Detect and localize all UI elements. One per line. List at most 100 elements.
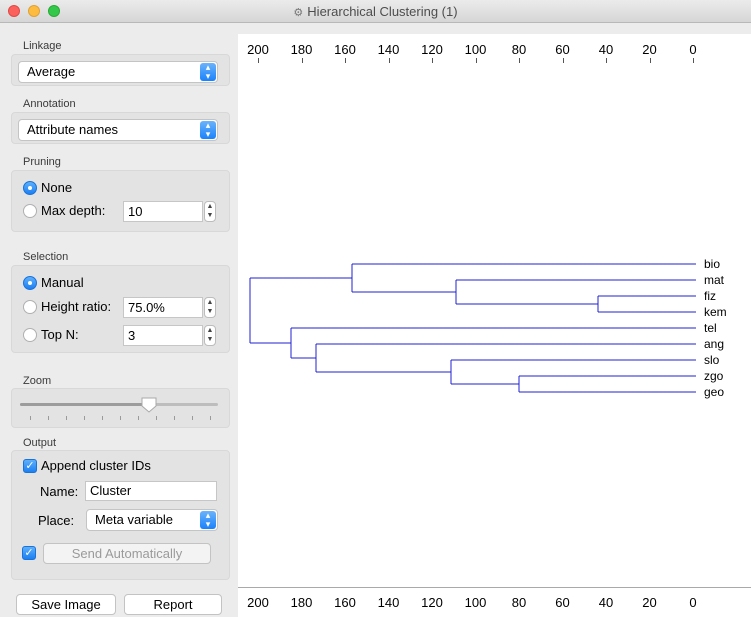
axis-tick-label: 100: [464, 42, 487, 57]
title-bar: ⚙ Hierarchical Clustering (1): [0, 0, 751, 23]
max-depth-label: Max depth:: [41, 203, 106, 218]
save-image-button[interactable]: Save Image: [16, 594, 116, 615]
window-title-row: ⚙ Hierarchical Clustering (1): [0, 4, 751, 19]
append-cluster-ids-label: Append cluster IDs: [41, 458, 151, 473]
top-n-stepper[interactable]: ▲ ▼: [204, 325, 216, 346]
linkage-value: Average: [27, 64, 76, 79]
zoom-tick: [192, 416, 193, 420]
zoom-tick: [156, 416, 157, 420]
axis-tick-label: 80: [511, 595, 527, 610]
pruning-label: Pruning: [23, 156, 61, 168]
axis-tick: [345, 58, 346, 63]
axis-tick: [301, 58, 303, 63]
output-label: Output: [23, 437, 57, 449]
auto-send-checkbox[interactable]: ✓: [22, 546, 36, 560]
dendrogram[interactable]: [238, 65, 751, 587]
zoom-tick: [138, 416, 139, 420]
zoom-tick: [48, 416, 49, 420]
axis-tick-label: 140: [377, 42, 400, 57]
height-ratio-label: Height ratio:: [41, 299, 112, 314]
zoom-tick: [30, 416, 31, 420]
leaf-label[interactable]: kem: [704, 305, 727, 319]
selection-top-n-radio[interactable]: [23, 328, 37, 342]
axis-tick-label: 0: [689, 42, 697, 57]
zoom-box: [11, 388, 230, 428]
axis-tick: [693, 58, 694, 63]
cluster-name-input[interactable]: Cluster: [85, 481, 217, 501]
zoom-tick: [66, 416, 67, 420]
axis-tick-label: 140: [377, 595, 400, 610]
axis-tick: [606, 58, 607, 63]
leaf-label[interactable]: slo: [704, 353, 719, 367]
axis-tick-label: 180: [290, 42, 313, 57]
height-ratio-input[interactable]: 75.0%: [123, 297, 203, 318]
axis-tick-label: 60: [555, 42, 570, 57]
leaf-label[interactable]: zgo: [704, 369, 723, 383]
top-axis: 200 180 160 140 120 100 80 60 40 20 0: [238, 34, 751, 66]
linkage-combo[interactable]: Average ▴ ▾: [18, 61, 218, 83]
leaf-label[interactable]: mat: [704, 273, 724, 287]
annotation-combo[interactable]: Attribute names ▴ ▾: [18, 119, 218, 141]
zoom-tick: [84, 416, 85, 420]
max-depth-stepper[interactable]: ▲ ▼: [204, 201, 216, 222]
axis-tick-label: 200: [247, 42, 269, 57]
leaf-label[interactable]: ang: [704, 337, 724, 351]
zoom-slider-thumb[interactable]: [140, 396, 158, 414]
manual-label: Manual: [41, 275, 84, 290]
axis-tick: [258, 58, 259, 63]
selection-label: Selection: [23, 251, 69, 263]
axis-tick: [388, 58, 390, 63]
place-value: Meta variable: [95, 512, 174, 527]
axis-tick: [649, 58, 651, 63]
send-automatically-button[interactable]: Send Automatically: [43, 543, 211, 564]
chevron-updown-icon: ▴ ▾: [200, 63, 216, 81]
name-label: Name:: [40, 484, 79, 499]
zoom-tick: [210, 416, 211, 420]
axis-tick-label: 80: [511, 42, 527, 57]
pruning-none-radio[interactable]: [23, 181, 37, 195]
dendrogram-canvas[interactable]: [238, 65, 751, 587]
widget-icon: ⚙: [293, 7, 304, 19]
annotation-value: Attribute names: [27, 122, 119, 137]
axis-tick-label: 100: [464, 595, 487, 610]
leaf-label[interactable]: tel: [704, 321, 717, 335]
zoom-label: Zoom: [23, 375, 52, 387]
chevron-updown-icon: ▴ ▾: [200, 121, 216, 139]
leaf-label[interactable]: bio: [704, 257, 720, 271]
append-cluster-ids-checkbox[interactable]: ✓: [23, 459, 37, 473]
place-label: Place:: [38, 513, 75, 528]
axis-tick-label: 40: [598, 42, 614, 57]
axis-tick-label: 160: [334, 595, 356, 610]
zoom-slider-fill: [20, 403, 149, 406]
axis-tick-label: 200: [247, 595, 269, 610]
axis-tick-label: 20: [642, 595, 657, 610]
axis-tick-label: 0: [689, 595, 697, 610]
chevron-updown-icon: ▴ ▾: [200, 511, 216, 529]
selection-manual-radio[interactable]: [23, 276, 37, 290]
pruning-none-label: None: [41, 180, 73, 195]
axis-tick: [432, 58, 433, 63]
axis-tick: [562, 58, 564, 63]
leaf-label[interactable]: geo: [704, 385, 724, 399]
report-button[interactable]: Report: [124, 594, 222, 615]
zoom-tick: [102, 416, 103, 420]
axis-tick: [475, 58, 477, 63]
linkage-label: Linkage: [23, 40, 62, 52]
max-depth-input[interactable]: 10: [123, 201, 203, 222]
axis-tick-label: 180: [290, 595, 313, 610]
selection-height-ratio-radio[interactable]: [23, 300, 37, 314]
pruning-max-depth-radio[interactable]: [23, 204, 37, 218]
zoom-tick: [174, 416, 175, 420]
axis-tick-label: 40: [598, 595, 614, 610]
bottom-axis: 200 180 160 140 120 100 80 60 40 20 0: [238, 587, 751, 617]
axis-tick: [519, 58, 520, 63]
app-window: ⚙ Hierarchical Clustering (1) Linkage Ave…: [0, 0, 751, 617]
top-n-input[interactable]: 3: [123, 325, 203, 346]
axis-tick-label: 120: [421, 595, 443, 610]
zoom-tick: [120, 416, 121, 420]
window-title: Hierarchical Clustering (1): [307, 4, 458, 19]
annotation-label: Annotation: [23, 98, 76, 110]
height-ratio-stepper[interactable]: ▲ ▼: [204, 297, 216, 318]
leaf-label[interactable]: fiz: [704, 289, 716, 303]
place-combo[interactable]: Meta variable ▴ ▾: [86, 509, 218, 531]
